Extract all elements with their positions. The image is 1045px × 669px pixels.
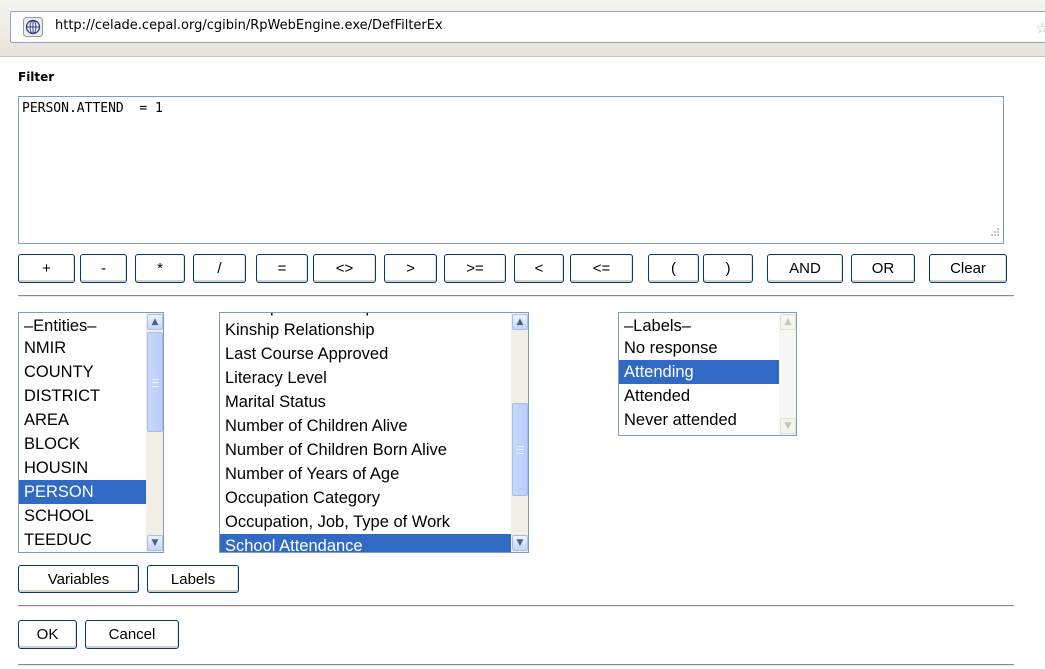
entities-listbox[interactable]: –Entities– NMIR COUNTY DISTRICT AREA BLO… — [18, 312, 164, 553]
scroll-up-icon[interactable]: ▲ — [512, 314, 528, 330]
scroll-grip-icon — [152, 379, 159, 387]
list-item[interactable]: Attended — [619, 384, 781, 408]
scroll-up-icon: ▲ — [780, 314, 796, 330]
list-item[interactable]: Occupation Category — [220, 486, 513, 510]
list-item[interactable]: Occupation, Job, Type of Work — [220, 510, 513, 534]
scroll-grip-icon — [517, 446, 524, 454]
list-item[interactable]: Number of Years of Age — [220, 462, 513, 486]
divider-top — [18, 295, 1014, 297]
list-item-selected[interactable]: PERSON — [19, 480, 148, 504]
bookmark-star-icon[interactable]: ☆ — [1036, 19, 1045, 37]
labels-scrollbar: ▲ ▼ — [779, 313, 796, 435]
cancel-button[interactable]: Cancel — [85, 620, 179, 649]
list-item[interactable]: Number of Children Born Alive — [220, 438, 513, 462]
minus-button[interactable]: - — [80, 254, 127, 283]
filter-expression-textarea[interactable]: PERSON.ATTEND = 1 — [18, 96, 1004, 244]
divide-button[interactable]: / — [193, 254, 246, 283]
equals-button[interactable]: = — [256, 254, 308, 283]
list-item[interactable]: Kinship Relationship — [220, 318, 513, 342]
url-field[interactable]: http://celade.cepal.org/cgibin/RpWebEngi… — [10, 11, 1045, 43]
list-item[interactable]: Number of Children Alive — [220, 414, 513, 438]
greater-equal-button[interactable]: >= — [444, 254, 506, 283]
list-item[interactable]: No response — [619, 336, 781, 360]
clear-button[interactable]: Clear — [929, 254, 1007, 283]
list-item-selected[interactable]: School Attendance — [220, 534, 513, 552]
entities-scrollbar[interactable]: ▲ ▼ — [146, 313, 163, 552]
and-button[interactable]: AND — [767, 254, 843, 283]
less-than-button[interactable]: < — [514, 254, 564, 283]
entities-header[interactable]: –Entities– — [19, 313, 148, 336]
scroll-thumb[interactable] — [147, 332, 163, 432]
address-bar: http://celade.cepal.org/cgibin/RpWebEngi… — [0, 0, 1045, 57]
less-equal-button[interactable]: <= — [570, 254, 633, 283]
resize-grip-icon[interactable] — [988, 227, 1000, 239]
greater-than-button[interactable]: > — [384, 254, 437, 283]
variables-listbox[interactable]: Kinship Relationship Kinship Relationshi… — [219, 312, 529, 553]
scroll-down-icon[interactable]: ▼ — [147, 535, 163, 551]
filter-label: Filter — [18, 70, 55, 84]
variables-scrollbar[interactable]: ▲ ▼ — [511, 313, 528, 552]
divider-bottom — [18, 605, 1014, 607]
list-item[interactable]: HOUSIN — [19, 456, 148, 480]
ok-button[interactable]: OK — [18, 620, 77, 649]
labels-button[interactable]: Labels — [147, 565, 239, 593]
labels-listbox[interactable]: –Labels– No response Attending Attended … — [618, 312, 797, 436]
list-item[interactable]: COUNTY — [19, 360, 148, 384]
open-paren-button[interactable]: ( — [648, 254, 699, 283]
multiply-button[interactable]: * — [135, 254, 185, 283]
globe-icon — [23, 17, 43, 37]
list-item[interactable]: Marital Status — [220, 390, 513, 414]
list-item[interactable]: NMIR — [19, 336, 148, 360]
scroll-up-icon[interactable]: ▲ — [147, 314, 163, 330]
list-item-partial: Kinship Relationship — [225, 313, 375, 317]
list-item[interactable]: Last Course Approved — [220, 342, 513, 366]
or-button[interactable]: OR — [851, 254, 915, 283]
scroll-down-icon: ▼ — [780, 418, 796, 434]
url-text: http://celade.cepal.org/cgibin/RpWebEngi… — [55, 18, 443, 33]
list-item[interactable]: BLOCK — [19, 432, 148, 456]
plus-button[interactable]: + — [18, 254, 75, 283]
list-item[interactable]: TEEDUC — [19, 528, 148, 552]
list-item-selected[interactable]: Attending — [619, 360, 781, 384]
list-item[interactable]: SCHOOL — [19, 504, 148, 528]
scroll-thumb[interactable] — [512, 403, 528, 496]
list-item[interactable]: AREA — [19, 408, 148, 432]
list-item[interactable]: Literacy Level — [220, 366, 513, 390]
not-equal-button[interactable]: <> — [313, 254, 376, 283]
close-paren-button[interactable]: ) — [703, 254, 753, 283]
labels-header[interactable]: –Labels– — [619, 313, 781, 336]
divider-end — [18, 664, 1014, 666]
list-item[interactable]: DISTRICT — [19, 384, 148, 408]
list-item[interactable]: Never attended — [619, 408, 781, 432]
variables-button[interactable]: Variables — [18, 565, 139, 593]
scroll-down-icon[interactable]: ▼ — [512, 535, 528, 551]
